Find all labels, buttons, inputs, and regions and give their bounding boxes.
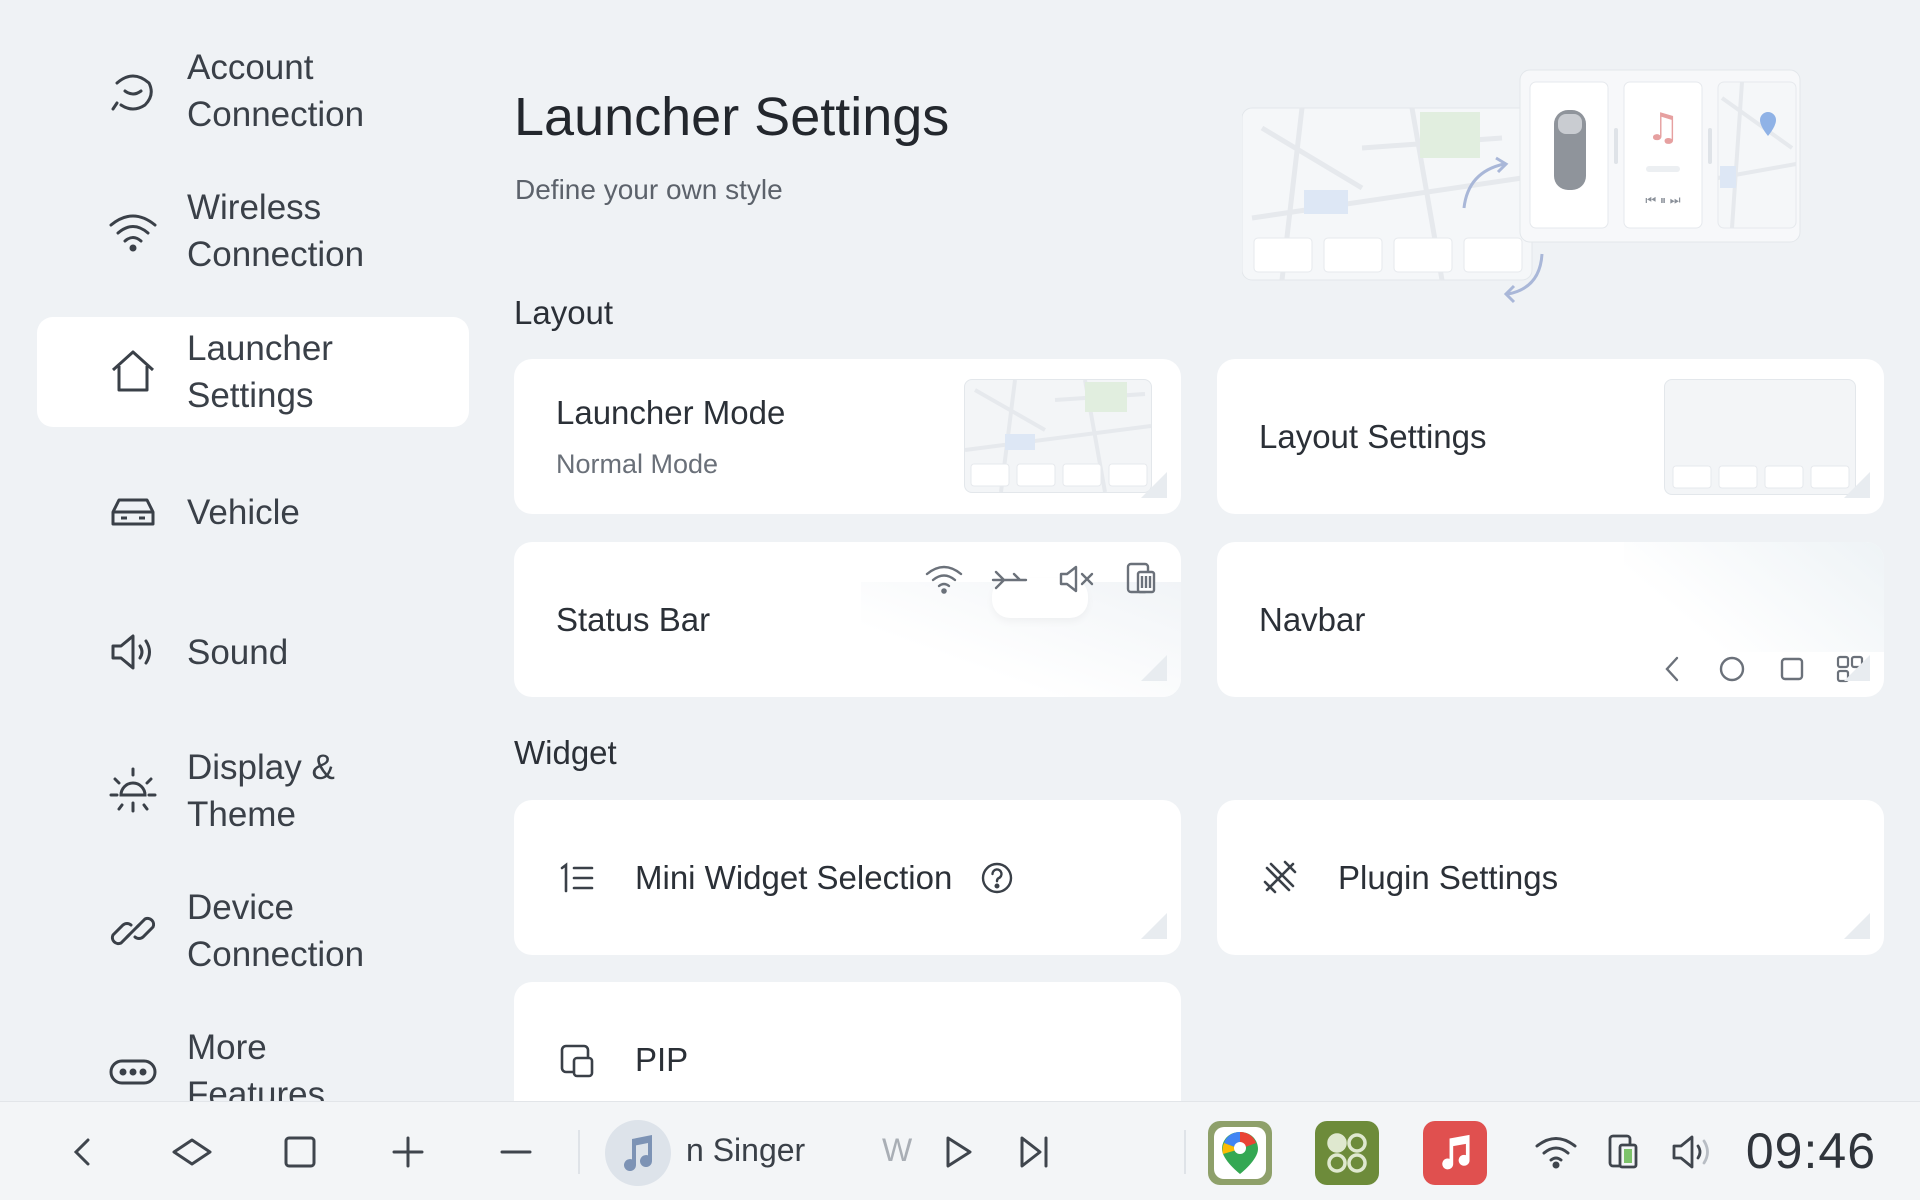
- music-note-icon: [624, 1135, 653, 1172]
- launcher-mode-value: Normal Mode: [556, 449, 719, 479]
- pip-card[interactable]: PIP: [514, 982, 1181, 1102]
- home-diamond-icon: [172, 1138, 212, 1166]
- sidebar-item-label: Launcher Settings: [187, 329, 333, 415]
- home-button[interactable]: [164, 1124, 220, 1180]
- car-icon: [105, 484, 161, 540]
- volume-up-button[interactable]: [380, 1124, 436, 1180]
- launcher-mode-thumbnail: [964, 379, 1152, 493]
- sidebar-item-label: Wireless Connection: [187, 188, 365, 274]
- svg-text:♫: ♫: [1646, 105, 1680, 149]
- section-title-layout: Layout: [514, 294, 614, 331]
- sun-icon: [105, 763, 161, 819]
- help-icon[interactable]: [980, 861, 1014, 895]
- launcher-illustration: ♫ ⏮ ⏸ ⏭: [1242, 68, 1802, 308]
- pip-icon: [558, 1042, 596, 1080]
- back-button[interactable]: [56, 1124, 112, 1180]
- airplane-icon: [990, 564, 1030, 594]
- nav-home-icon: [1717, 654, 1747, 684]
- card-title: Status Bar: [556, 601, 711, 638]
- mini-widget-selection-card[interactable]: Mini Widget Selection: [514, 800, 1181, 955]
- clock: 09:46: [1745, 1123, 1876, 1179]
- wifi-icon: [105, 203, 161, 259]
- page-title: Launcher Settings: [514, 87, 950, 147]
- card-title: Mini Widget Selection: [635, 859, 953, 896]
- sidebar-item-label: Device Connection: [187, 888, 365, 974]
- app-grid-icon[interactable]: [1315, 1121, 1379, 1185]
- sidebar-item-launcher-settings[interactable]: Launcher Settings: [37, 317, 469, 427]
- dock-volume-icon[interactable]: [1664, 1124, 1720, 1180]
- back-icon: [73, 1138, 90, 1166]
- sidebar-item-more-features[interactable]: More Features: [37, 1016, 469, 1102]
- dock-phone-battery-icon: [1596, 1124, 1652, 1180]
- play-button[interactable]: [930, 1124, 986, 1180]
- card-title: Navbar: [1259, 601, 1366, 638]
- section-title-widget: Widget: [514, 734, 617, 771]
- navbar-preview-bg: [1624, 542, 1884, 652]
- corner-indicator: [1141, 913, 1167, 939]
- corner-indicator: [1844, 913, 1870, 939]
- dock-divider: [578, 1130, 580, 1174]
- next-track-button[interactable]: [1006, 1124, 1062, 1180]
- media-artist: n Singer: [686, 1132, 806, 1168]
- phone-battery-icon: [1124, 560, 1160, 596]
- sidebar-item-label: Vehicle: [187, 492, 300, 532]
- numbered-list-icon: [558, 860, 594, 896]
- main-content: Launcher Settings Define your own style …: [514, 0, 1920, 1102]
- sidebar-item-wireless-connection[interactable]: Wireless Connection: [37, 176, 469, 286]
- bottom-dock: n Singer W 09:46: [0, 1101, 1920, 1200]
- sidebar-item-display-theme[interactable]: Display & Theme: [37, 736, 469, 846]
- nav-recents-icon: [1777, 654, 1807, 684]
- launcher-mode-card[interactable]: Launcher Mode Normal Mode: [514, 359, 1181, 514]
- corner-indicator: [1844, 655, 1870, 681]
- account-link-icon: [105, 63, 161, 119]
- corner-indicator: [1844, 472, 1870, 498]
- corner-indicator: [1141, 655, 1167, 681]
- media-title: W: [882, 1132, 913, 1168]
- status-bar-card[interactable]: Status Bar: [514, 542, 1181, 697]
- status-wifi-icon: [924, 562, 964, 596]
- card-title: PIP: [635, 1041, 689, 1078]
- layout-settings-card[interactable]: Layout Settings: [1217, 359, 1884, 514]
- nav-back-icon: [1659, 654, 1687, 684]
- sidebar-item-account-connection[interactable]: Account Connection: [37, 36, 469, 146]
- sidebar-item-label: Display & Theme: [187, 748, 335, 834]
- corner-indicator: [1141, 472, 1167, 498]
- home-icon: [105, 344, 161, 400]
- music-app-icon[interactable]: [1423, 1121, 1487, 1185]
- card-title: Launcher Mode: [556, 394, 786, 431]
- plus-icon: [392, 1136, 424, 1168]
- speaker-icon: [105, 624, 161, 680]
- sidebar: Account Connection Wireless Connection L…: [0, 0, 480, 1102]
- sidebar-item-label: Sound: [187, 632, 289, 672]
- plugin-icon: [1261, 858, 1299, 896]
- sidebar-item-label: Account Connection: [187, 48, 365, 134]
- svg-text:⏮ ⏸ ⏭: ⏮ ⏸ ⏭: [1645, 193, 1680, 207]
- maps-app-icon[interactable]: [1208, 1121, 1272, 1185]
- volume-down-button[interactable]: [488, 1124, 544, 1180]
- plugin-settings-card[interactable]: Plugin Settings: [1217, 800, 1884, 955]
- square-icon: [284, 1136, 316, 1168]
- page-subtitle: Define your own style: [515, 174, 783, 205]
- dock-divider: [1184, 1130, 1186, 1174]
- card-title: Layout Settings: [1259, 418, 1487, 455]
- layout-settings-thumbnail: [1664, 379, 1856, 495]
- sidebar-item-vehicle[interactable]: Vehicle: [37, 457, 469, 567]
- link-icon: [105, 903, 161, 959]
- more-icon: [105, 1043, 161, 1099]
- sidebar-item-device-connection[interactable]: Device Connection: [37, 876, 469, 986]
- mute-icon: [1058, 562, 1098, 596]
- card-title: Plugin Settings: [1338, 859, 1559, 896]
- sidebar-item-sound[interactable]: Sound: [37, 597, 469, 707]
- play-icon: [946, 1136, 972, 1168]
- media-album-art[interactable]: [605, 1120, 671, 1186]
- skip-next-icon: [1020, 1136, 1048, 1168]
- sidebar-item-label: More Features: [187, 1028, 326, 1102]
- dock-wifi-icon: [1528, 1124, 1584, 1180]
- navbar-card[interactable]: Navbar: [1217, 542, 1884, 697]
- recents-button[interactable]: [272, 1124, 328, 1180]
